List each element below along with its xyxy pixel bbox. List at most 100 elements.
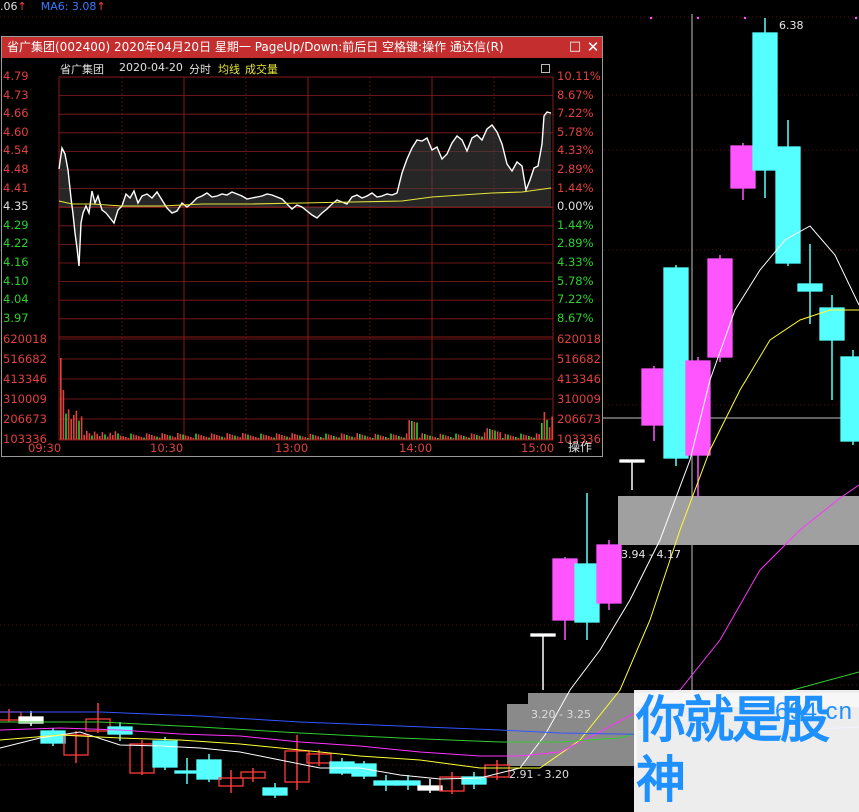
volume-bar [65,413,67,440]
candle-body [730,145,756,189]
percent-label: 8.67% [557,87,594,102]
panel-toggle-icon[interactable] [541,64,550,73]
watermark: 694.cn 你就是股神 [634,690,859,812]
volume-bar [132,434,135,440]
volume-bar [229,434,231,440]
volume-bar [343,434,345,440]
volume-bar [195,433,197,440]
volume-bar [182,434,184,440]
volume-bar [177,433,179,440]
volume-bar [416,422,418,440]
close-icon[interactable]: ✕ [584,37,602,58]
support-zone [618,496,859,545]
volume-bar [187,436,189,440]
volume-bar [359,434,361,440]
volume-bar [203,436,205,440]
volume-bar [460,435,462,440]
volume-bar [130,433,132,440]
volume-bar [265,435,267,440]
volume-bar [213,434,215,440]
maximize-icon[interactable]: □ [566,37,584,58]
volume-bar [75,410,78,440]
volume-bar [546,419,548,440]
volume-bar [234,435,236,440]
volume-bar [171,436,174,440]
volume-bar [156,436,158,440]
candle-body [395,780,421,786]
volume-bar [294,434,296,440]
volume-bar [70,419,72,440]
ma-value-1: .06 [0,0,18,13]
volume-bar [268,436,270,440]
candle-body [596,544,622,604]
zone-label-3: 2.91 - 3.20 [509,768,569,781]
popup-title-bar[interactable]: 省广集团(002400) 2020年04月20日 星期一 PageUp/Down… [2,37,602,58]
candle-body [552,558,578,621]
volume-bar [262,434,265,440]
price-label: 3.97 [3,310,29,325]
volume-label-right: 516682 [557,352,601,366]
high-price-label: 6.38 [779,19,804,32]
volume-bar [244,433,247,440]
volume-bar [426,434,429,440]
volume-bar [528,436,530,440]
candle-body [819,307,845,341]
volume-bar [260,433,262,440]
volume-bar [218,435,221,440]
volume-label-right: 310009 [557,392,601,406]
zone-label-1: 3.94 - 4.17 [621,548,681,561]
volume-bar [509,435,512,440]
price-label: 4.60 [3,124,29,139]
volume-bar [299,435,301,440]
volume-bar [486,428,488,440]
volume-bar [496,431,499,440]
intraday-popup-window[interactable]: 省广集团(002400) 2020年04月20日 星期一 PageUp/Down… [1,36,603,457]
candle-body [641,368,667,426]
volume-bar [109,432,111,440]
time-label-0930: 09:30 [28,441,62,455]
volume-bar [361,434,364,440]
percent-label: 7.22% [557,292,594,307]
percent-label: 5.78% [557,124,594,139]
volume-bar [543,412,546,440]
avg-line-legend: 均线 [218,63,240,76]
volume-bar [119,435,122,440]
volume-bar [161,433,163,440]
candle-body [373,780,399,786]
volume-bar [411,421,413,440]
price-label: 4.41 [3,180,29,195]
candle-body [752,32,778,171]
volume-bar [166,434,169,440]
volume-bar [91,435,93,440]
price-label: 4.16 [3,255,29,269]
popup-title: 省广集团(002400) 2020年04月20日 星期一 PageUp/Down… [7,40,504,54]
volume-bar [96,433,98,440]
volume-label-left: 516682 [3,352,47,366]
intraday-chart[interactable] [2,58,602,456]
volume-bar [169,435,171,440]
volume-bar [377,434,379,440]
ma6-value: MA6: 3.08 [40,0,97,13]
volume-bar [473,434,475,440]
candle-body [196,759,222,780]
volume-bar [333,436,335,440]
time-label-1030: 10:30 [150,441,184,455]
volume-bar [476,435,478,440]
volume-bar [106,436,109,440]
marker-dot [743,16,747,20]
volume-bar [197,434,200,440]
volume-bar [348,435,351,440]
volume-bar [429,435,431,440]
time-label-1500: 15:00 [521,441,555,455]
volume-bar [148,434,150,440]
price-label: 4.73 [3,87,29,102]
volume-bar [522,434,525,440]
volume-bar [351,436,353,440]
up-arrow-icon: ↑ [17,0,27,13]
volume-bar [551,416,553,440]
volume-bar [83,434,85,440]
candle-body [775,146,801,264]
volume-bar [325,433,327,440]
operation-button[interactable]: 操作 [558,438,602,456]
percent-label: 1.44% [557,217,594,232]
